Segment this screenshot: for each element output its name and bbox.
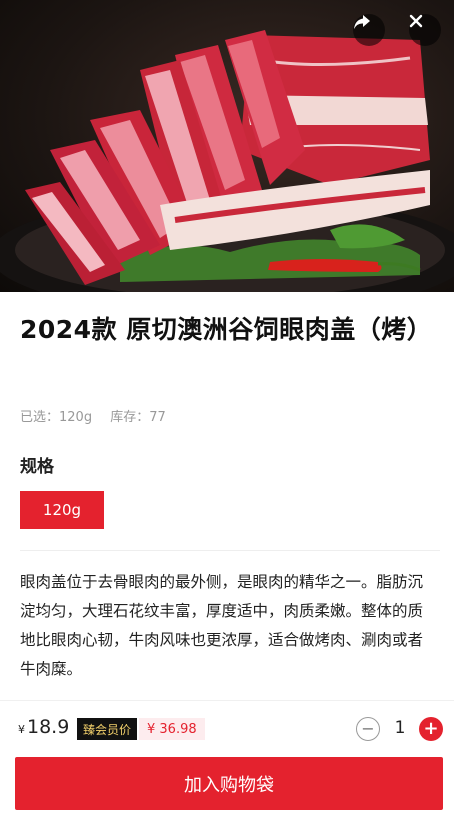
close-button[interactable] (409, 14, 441, 46)
quantity-value: 1 (394, 718, 406, 738)
share-icon (354, 15, 370, 29)
product-image[interactable] (0, 0, 454, 292)
meat-illustration (0, 30, 454, 292)
share-button[interactable] (353, 14, 385, 46)
member-price: ¥ 36.98 (139, 718, 205, 740)
product-description: 眼肉盖位于去骨眼肉的最外侧，是眼肉的精华之一。脂肪沉淀均匀，大理石花纹丰富，厚度… (20, 573, 424, 678)
selected-spec-label: 已选：120g (20, 410, 93, 425)
member-badge: 臻会员价 (77, 718, 138, 740)
add-to-cart-button[interactable]: 加入购物袋 (15, 757, 443, 810)
spec-heading: 规格 (20, 457, 54, 477)
stock-label: 库存：77 (110, 410, 166, 425)
bottom-bar-divider (0, 700, 454, 701)
selection-meta: 已选：120g 库存：77 (20, 406, 166, 425)
spec-option-120g[interactable]: 120g (20, 491, 104, 529)
price: ¥ 18.9 (18, 716, 69, 738)
quantity-decrease-button[interactable]: − (356, 717, 380, 741)
price-value: 18.9 (27, 716, 70, 738)
quantity-increase-button[interactable]: + (419, 717, 443, 741)
divider (20, 550, 440, 551)
close-icon (409, 14, 423, 28)
product-title: 2024款 原切澳洲谷饲眼肉盖（烤） (20, 315, 433, 344)
currency-symbol: ¥ (18, 723, 25, 736)
